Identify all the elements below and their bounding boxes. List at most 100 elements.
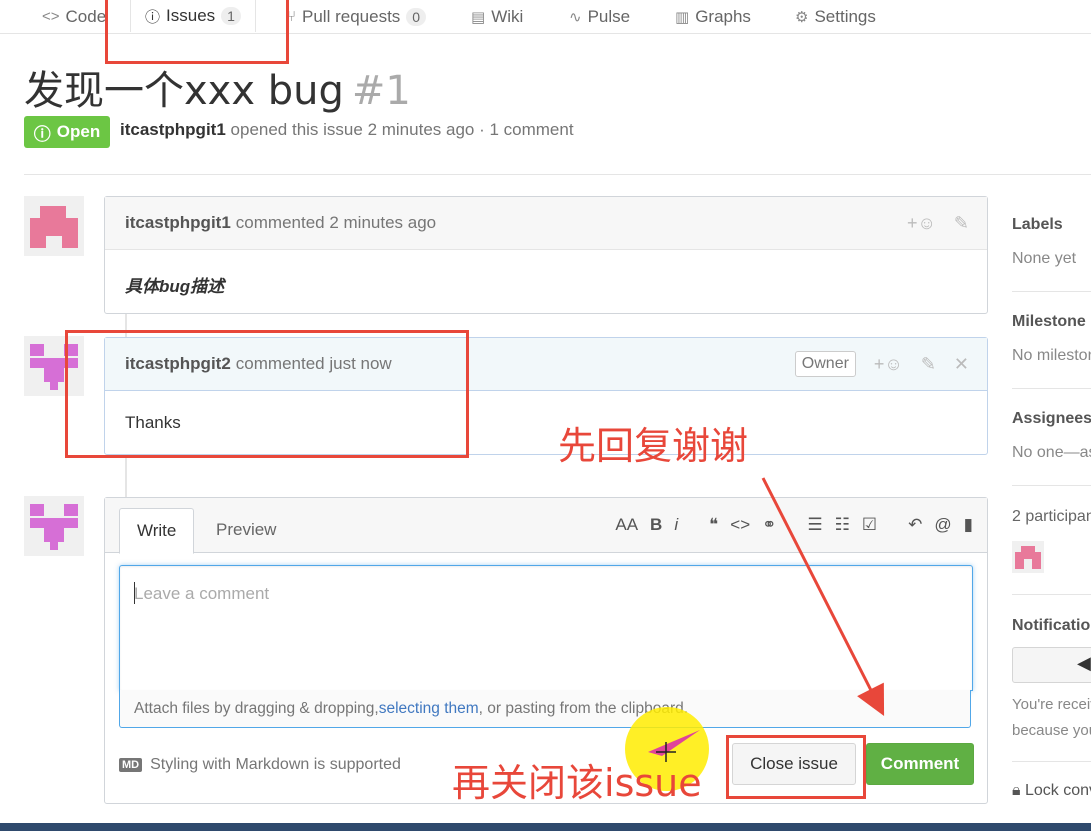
reply-icon[interactable]: ↶	[908, 515, 922, 535]
attach-files-bar[interactable]: Attach files by dragging & dropping, sel…	[119, 690, 971, 728]
add-reaction-icon[interactable]: +☺	[907, 213, 936, 234]
heading-icon[interactable]: AA	[615, 515, 638, 535]
assignees-value: No one—assign yourself	[1012, 444, 1091, 461]
tab-graphs[interactable]: ▥ Graphs	[675, 0, 751, 33]
close-icon[interactable]: ✕	[954, 354, 969, 375]
tab-code[interactable]: <> Code	[42, 0, 106, 33]
issue-meta-text: opened this issue 2 minutes ago · 1 comm…	[230, 120, 574, 139]
markdown-icon: MD	[119, 758, 143, 772]
participants-heading: 2 participants	[1012, 508, 1091, 525]
milestone-heading: Milestone	[1012, 313, 1086, 330]
tab-pulse-label: Pulse	[587, 6, 631, 26]
sidebar-participants: 2 participants	[1012, 508, 1091, 526]
comment-form-tabs: Write Preview AA B i ❝ <> ⚭ ☰ ☷ ☑ ↶ @ ▮	[105, 498, 987, 554]
notifications-text-line2: because you authored the thread.	[1012, 722, 1091, 739]
labels-value: None yet	[1012, 250, 1077, 267]
comment-button[interactable]: Comment	[866, 743, 974, 785]
sidebar-milestone[interactable]: Milestone No milestone	[1012, 313, 1091, 365]
markdown-note[interactable]: MD Styling with Markdown is supported	[119, 756, 401, 774]
mention-icon[interactable]: @	[934, 515, 951, 535]
tab-pulse[interactable]: ∿ Pulse	[569, 0, 630, 33]
notifications-reason: You're receiving notifications because y…	[1012, 692, 1091, 744]
annotation-note-close-cn: 再关闭该	[452, 761, 605, 805]
task-list-icon[interactable]: ☑	[862, 515, 877, 535]
sidebar-divider	[1012, 291, 1091, 292]
pull-requests-count-badge: 0	[406, 7, 427, 26]
annotation-box-issues-tab	[105, 0, 289, 64]
code-icon: <>	[42, 8, 60, 25]
add-reaction-icon[interactable]: +☺	[874, 354, 903, 375]
select-files-link[interactable]: selecting them	[379, 700, 479, 718]
comment-author-link[interactable]: itcastphpgit1	[125, 213, 231, 233]
lock-icon: 🔒︎	[1012, 782, 1021, 799]
issue-opened-icon: ⓘ	[33, 124, 51, 144]
participant-avatar[interactable]	[1012, 541, 1044, 573]
lock-conversation-link[interactable]: 🔒︎ Lock conversation	[1012, 782, 1091, 800]
graph-icon: ▥	[675, 8, 690, 26]
quote-icon[interactable]: ❝	[709, 515, 718, 535]
tab-settings[interactable]: ⚙ Settings	[795, 0, 876, 33]
issue-state-label: Open	[56, 122, 101, 141]
annotation-box-close-issue	[726, 735, 866, 799]
italic-icon[interactable]: i	[674, 515, 678, 535]
tab-preview[interactable]: Preview	[199, 508, 293, 552]
notifications-text-line1: You're receiving notifications	[1012, 696, 1091, 713]
gear-icon: ⚙	[795, 8, 809, 26]
window-bottom-bar	[0, 823, 1091, 831]
avatar[interactable]	[24, 196, 84, 256]
comment-actions: +☺ ✎	[907, 197, 969, 249]
comment-actions: Owner +☺ ✎ ✕	[794, 338, 969, 390]
comment-placeholder: Leave a comment	[134, 584, 270, 603]
tab-pull-requests[interactable]: ⑂ Pull requests 0	[287, 0, 427, 33]
mute-icon: ◀	[1077, 653, 1091, 673]
comment-textarea[interactable]: Leave a comment	[119, 565, 973, 691]
markdown-note-text: Styling with Markdown is supported	[150, 756, 401, 773]
tab-wiki[interactable]: ▤ Wiki	[471, 0, 523, 33]
sidebar-divider	[1012, 761, 1091, 762]
sidebar-notifications: Notifications	[1012, 617, 1091, 635]
code-icon[interactable]: <>	[730, 515, 750, 535]
milestone-value: No milestone	[1012, 347, 1091, 364]
sidebar-divider	[1012, 485, 1091, 486]
unsubscribe-button[interactable]: ◀	[1012, 647, 1091, 683]
tab-settings-label: Settings	[814, 6, 876, 26]
sidebar-assignees[interactable]: Assignees No one—assign yourself	[1012, 410, 1091, 462]
assignees-heading: Assignees	[1012, 410, 1091, 427]
sidebar-divider	[1012, 594, 1091, 595]
comment-body: 具体bug描述	[125, 277, 225, 296]
issue-meta: itcastphpgit1 opened this issue 2 minute…	[120, 120, 574, 140]
lock-conversation-label: Lock conversation	[1024, 782, 1091, 799]
comment: itcastphpgit1 commented 2 minutes ago +☺…	[104, 196, 988, 314]
issue-title: 发现一个xxx bug #1	[24, 58, 411, 116]
tab-wiki-label: Wiki	[491, 6, 524, 26]
issue-number: #1	[351, 68, 411, 114]
sidebar-labels[interactable]: Labels None yet	[1012, 216, 1091, 268]
ordered-list-icon[interactable]: ☷	[835, 515, 850, 535]
issue-author-link[interactable]: itcastphpgit1	[120, 120, 226, 139]
link-icon[interactable]: ⚭	[762, 515, 776, 535]
issue-state-badge: ⓘ Open	[24, 116, 110, 148]
annotation-note-close-latin: issue	[604, 761, 702, 805]
tab-write[interactable]: Write	[119, 508, 195, 554]
annotation-note-reply: 先回复谢谢	[558, 424, 749, 468]
labels-heading: Labels	[1012, 216, 1063, 233]
issue-title-text: 发现一个xxx bug	[24, 68, 344, 114]
owner-badge: Owner	[794, 351, 856, 377]
comment-timestamp[interactable]: commented 2 minutes ago	[236, 213, 436, 233]
bookmark-icon[interactable]: ▮	[964, 515, 973, 535]
pencil-icon[interactable]: ✎	[954, 213, 969, 234]
book-icon: ▤	[471, 8, 486, 26]
tab-code-label: Code	[65, 6, 107, 26]
timeline-line	[125, 453, 127, 497]
pencil-icon[interactable]: ✎	[921, 354, 936, 375]
header-divider	[24, 174, 1091, 175]
tab-graphs-label: Graphs	[695, 6, 751, 26]
pulse-icon: ∿	[569, 8, 582, 26]
tab-pull-requests-label: Pull requests	[302, 6, 401, 26]
avatar[interactable]	[24, 496, 84, 556]
unordered-list-icon[interactable]: ☰	[807, 515, 822, 535]
markdown-toolbar: AA B i ❝ <> ⚭ ☰ ☷ ☑ ↶ @ ▮	[597, 498, 973, 552]
annotation-box-reply	[65, 330, 469, 458]
bold-icon[interactable]: B	[650, 515, 662, 535]
comment-header: itcastphpgit1 commented 2 minutes ago +☺…	[105, 197, 987, 250]
